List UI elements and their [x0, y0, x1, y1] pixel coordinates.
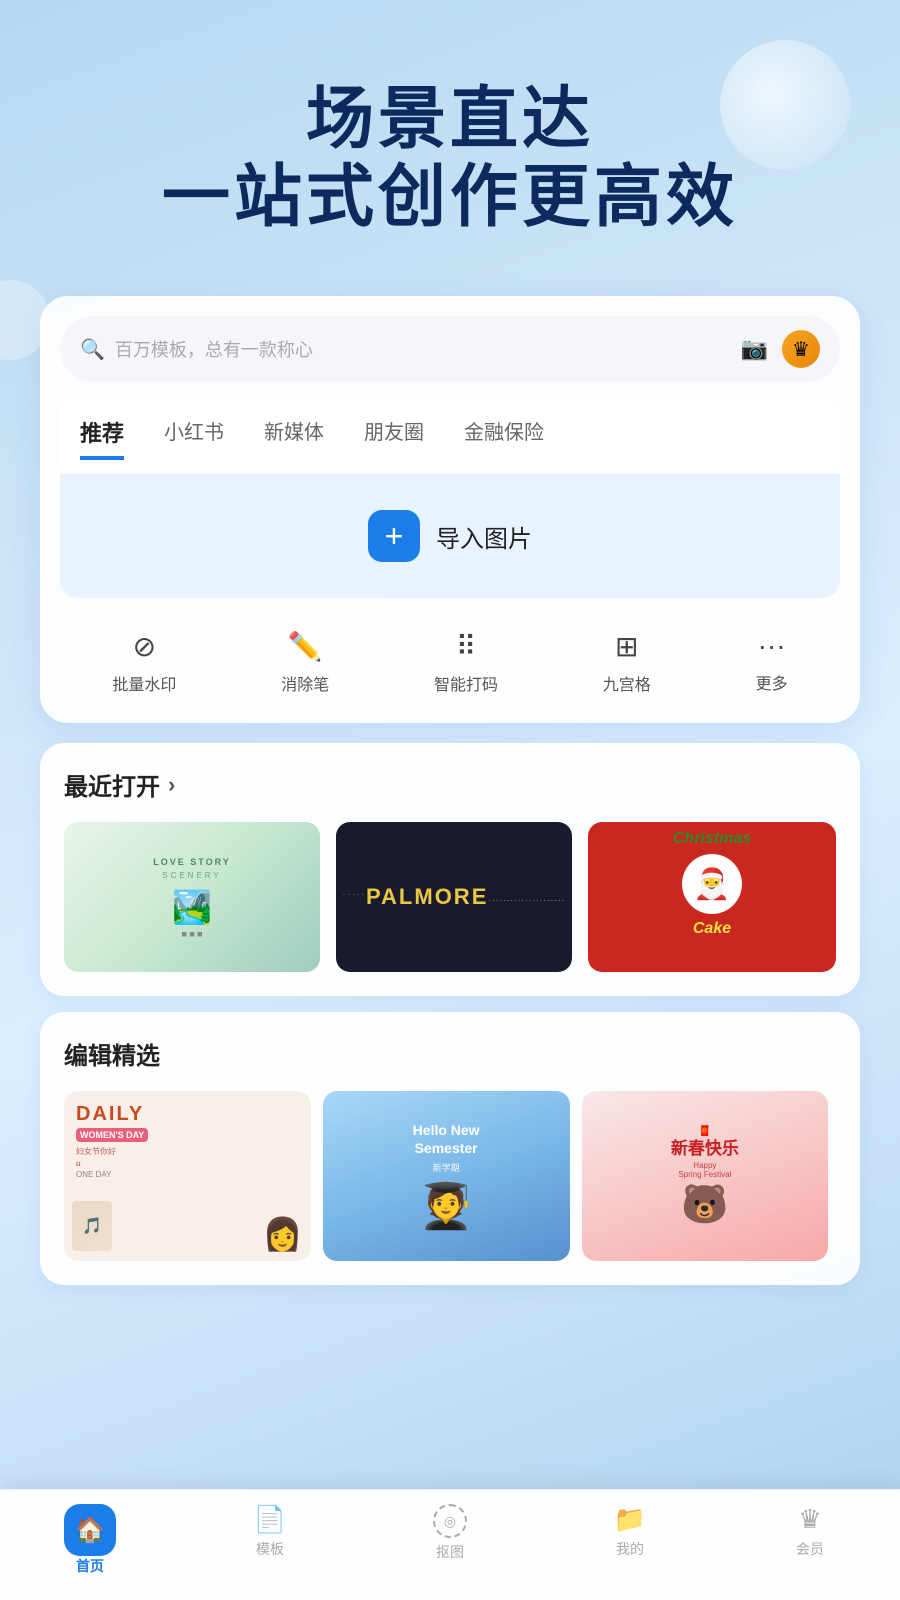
- tab-xiaohongshu[interactable]: 小红书: [164, 416, 224, 460]
- recent-thumb-palmore[interactable]: ····· PALMORE ·····················: [336, 822, 572, 972]
- tool-smart-mosaic[interactable]: ⠿ 智能打码: [434, 630, 498, 695]
- vip-icon: ♛: [798, 1504, 821, 1535]
- vip-label: 会员: [796, 1539, 824, 1559]
- tool-more[interactable]: ··· 更多: [756, 630, 788, 695]
- editor-picks-header: 编辑精选: [64, 1036, 836, 1071]
- tool-nine-grid[interactable]: ⊞ 九宫格: [603, 630, 651, 695]
- home-label: 首页: [76, 1556, 104, 1576]
- eraser-icon: ✏️: [288, 630, 323, 663]
- deco-circle-top-right: [720, 40, 850, 170]
- nav-item-mine[interactable]: 📁 我的: [590, 1504, 670, 1576]
- recent-title: 最近打开: [64, 767, 160, 802]
- palmore-text: PALMORE: [366, 884, 488, 910]
- main-card: 🔍 百万模板，总有一款称心 📷 ♛ 推荐 小红书 新媒体 朋友圈 金融保险 + …: [40, 296, 860, 723]
- recent-grid: LOVE STORY SCENERY 🏞️ ◼ ◼ ◼ ····· PALMOR…: [64, 822, 836, 972]
- quick-tools: ⊘ 批量水印 ✏️ 消除笔 ⠿ 智能打码 ⊞ 九宫格 ··· 更多: [60, 614, 840, 703]
- import-label: 导入图片: [436, 519, 532, 554]
- womens-day-badge: WOMEN'S DAY: [76, 1128, 148, 1142]
- editor-picks-section: 编辑精选 DAILY WOMEN'S DAY 妇女节你好 u ONE DAY 👩…: [40, 1012, 860, 1285]
- smart-mosaic-icon: ⠿: [456, 630, 477, 663]
- vip-crown-icon[interactable]: ♛: [782, 330, 820, 368]
- cutout-icon: ◎: [433, 1504, 467, 1538]
- templates-icon: 📄: [254, 1504, 286, 1535]
- more-icon: ···: [758, 630, 786, 662]
- new-semester-text: Hello NewSemester: [413, 1121, 480, 1157]
- batch-watermark-icon: ⊘: [133, 630, 156, 663]
- more-label: 更多: [756, 670, 788, 694]
- recent-thumb-love-story[interactable]: LOVE STORY SCENERY 🏞️ ◼ ◼ ◼: [64, 822, 320, 972]
- tool-eraser[interactable]: ✏️ 消除笔: [281, 630, 329, 695]
- tab-finance[interactable]: 金融保险: [464, 416, 544, 460]
- cutout-label: 抠图: [436, 1542, 464, 1562]
- nav-item-home[interactable]: 🏠 首页: [50, 1504, 130, 1576]
- nav-item-cutout[interactable]: ◎ 抠图: [410, 1504, 490, 1576]
- tab-recommended[interactable]: 推荐: [80, 416, 124, 460]
- search-bar[interactable]: 🔍 百万模板，总有一款称心 📷 ♛: [60, 316, 840, 382]
- search-placeholder-text: 百万模板，总有一款称心: [115, 336, 741, 362]
- smart-mosaic-label: 智能打码: [434, 671, 498, 695]
- mine-label: 我的: [616, 1539, 644, 1559]
- search-icon: 🔍: [80, 337, 105, 362]
- tab-new-media[interactable]: 新媒体: [264, 416, 324, 460]
- import-section[interactable]: + 导入图片: [60, 474, 840, 598]
- pick-card-new-semester[interactable]: Hello NewSemester 新学期 🧑‍🎓: [323, 1091, 570, 1261]
- bottom-nav: 🏠 首页 📄 模板 ◎ 抠图 📁 我的 ♛ 会员: [0, 1489, 900, 1600]
- editor-picks-grid: DAILY WOMEN'S DAY 妇女节你好 u ONE DAY 👩 🎵 He…: [64, 1091, 836, 1261]
- recent-arrow[interactable]: ›: [168, 772, 175, 798]
- home-icon: 🏠: [75, 1516, 105, 1545]
- category-tabs-container: 推荐 小红书 新媒体 朋友圈 金融保险: [60, 398, 840, 474]
- nav-item-vip[interactable]: ♛ 会员: [770, 1504, 850, 1576]
- editor-picks-title: 编辑精选: [64, 1036, 160, 1071]
- nine-grid-label: 九宫格: [603, 671, 651, 695]
- pick-card-daily[interactable]: DAILY WOMEN'S DAY 妇女节你好 u ONE DAY 👩 🎵: [64, 1091, 311, 1261]
- batch-watermark-label: 批量水印: [112, 671, 176, 695]
- recent-section: 最近打开 › LOVE STORY SCENERY 🏞️ ◼ ◼ ◼ ·····…: [40, 743, 860, 996]
- templates-label: 模板: [256, 1539, 284, 1559]
- recent-thumb-christmas[interactable]: Christmas 🎅 Cake: [588, 822, 836, 972]
- camera-icon[interactable]: 📷: [741, 336, 768, 362]
- nav-item-templates[interactable]: 📄 模板: [230, 1504, 310, 1576]
- eraser-label: 消除笔: [281, 671, 329, 695]
- mine-icon: 📁: [614, 1504, 646, 1535]
- nine-grid-icon: ⊞: [615, 630, 638, 663]
- import-plus-button[interactable]: +: [368, 510, 420, 562]
- home-icon-wrap: 🏠: [64, 1504, 116, 1556]
- tool-batch-watermark[interactable]: ⊘ 批量水印: [112, 630, 176, 695]
- pick-card-spring-festival[interactable]: 🧧 新春快乐 HappySpring Festival 🐻: [582, 1091, 829, 1261]
- category-tabs: 推荐 小红书 新媒体 朋友圈 金融保险: [80, 416, 820, 474]
- daily-label: DAILY: [76, 1103, 144, 1126]
- recent-header: 最近打开 ›: [64, 767, 836, 802]
- tab-moments[interactable]: 朋友圈: [364, 416, 424, 460]
